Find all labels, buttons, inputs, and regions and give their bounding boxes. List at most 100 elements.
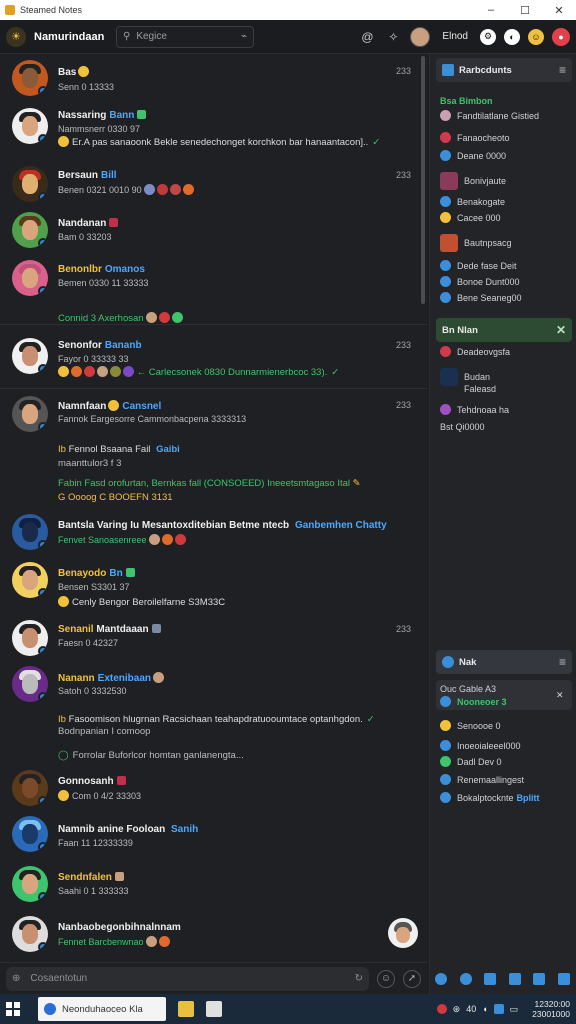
chart-icon[interactable]	[533, 973, 546, 985]
message-meta: Bensen S3301 37	[58, 582, 130, 592]
avatar[interactable]	[12, 396, 48, 432]
list-item[interactable]: Dede fase Deit	[440, 260, 572, 271]
selected-item-sub: Nooneoer 3	[440, 696, 572, 707]
windows-start-icon[interactable]	[6, 1002, 20, 1016]
message-author[interactable]: Gonnosanh	[58, 776, 126, 787]
list-item[interactable]: Bene Seaneg00	[440, 292, 572, 303]
grid-icon[interactable]	[508, 973, 521, 985]
card-header[interactable]: Bn Nlan ✕	[436, 318, 572, 342]
headset-icon[interactable]: ◐	[504, 28, 520, 45]
avatar[interactable]	[12, 916, 48, 952]
avatar[interactable]	[12, 620, 48, 656]
user-avatar[interactable]	[410, 26, 431, 47]
message-author[interactable]: Sendnfalen	[58, 872, 124, 883]
avatar[interactable]	[12, 212, 48, 248]
list-item[interactable]: Bonivjaute	[440, 172, 572, 190]
message-author[interactable]: Benayodo Bn	[58, 568, 135, 579]
avatar[interactable]	[12, 108, 48, 144]
card-header[interactable]: Nak ≡	[436, 650, 572, 674]
list-item[interactable]: Senoooe 0	[440, 720, 572, 731]
avatar[interactable]	[12, 60, 48, 96]
avatar[interactable]	[12, 260, 48, 296]
message-author[interactable]: Nanbaobegonbihnalnnam	[58, 922, 181, 933]
server-name[interactable]: Namurindaan	[34, 31, 104, 43]
message-author[interactable]: Nassaring Bann	[58, 110, 147, 121]
list-item[interactable]: Deane 0000	[440, 150, 572, 161]
display-icon[interactable]	[493, 1004, 504, 1014]
network-icon[interactable]: ⊛	[453, 1004, 461, 1015]
settings-icon[interactable]: ⚙	[480, 28, 496, 45]
search-input[interactable]: ⚲ Kegice ⌁	[116, 25, 254, 48]
avatar[interactable]	[388, 918, 418, 948]
maximize-button[interactable]: ☐	[508, 0, 542, 20]
message-author[interactable]: Namnib anine Fooloan Sanih	[58, 824, 198, 835]
message-author[interactable]: Senonfor Bananb	[58, 340, 142, 351]
avatar[interactable]	[12, 562, 48, 598]
close-button[interactable]: ✕	[542, 0, 576, 20]
menu-icon[interactable]: ≡	[559, 655, 566, 669]
divider	[0, 324, 427, 325]
minimize-button[interactable]: –	[474, 0, 508, 20]
avatar[interactable]	[12, 770, 48, 806]
list-item[interactable]: Tehdnoaa ha	[440, 404, 572, 415]
gif-icon[interactable]: ↻	[355, 973, 363, 984]
calendar-icon[interactable]	[484, 973, 497, 985]
list-item[interactable]: Inoeoialeeel000	[440, 740, 572, 751]
list-item[interactable]: Fandtilatlane Gistied	[440, 110, 572, 121]
message-input[interactable]: ⊕ Cosaentotun ↻	[6, 966, 369, 991]
filter-icon[interactable]: ⌁	[241, 31, 247, 42]
message-meta: Benen 0321 0010 90	[58, 184, 194, 195]
notification-icon[interactable]: ●	[552, 27, 570, 46]
close-icon[interactable]: ✕	[556, 690, 570, 701]
message-author[interactable]: Bersaun Bill	[58, 170, 117, 181]
clock-icon[interactable]	[459, 973, 472, 985]
mention-icon[interactable]: @	[358, 28, 376, 46]
menu-icon[interactable]: ≡	[559, 63, 566, 77]
list-item[interactable]: Benakogate	[440, 196, 572, 207]
message-link[interactable]: Gaibi	[156, 444, 180, 455]
avatar[interactable]	[12, 338, 48, 374]
message-author[interactable]: Nandanan	[58, 218, 119, 229]
taskbar-search[interactable]: Neonduhaoceo Kla	[38, 997, 166, 1021]
emoji-button-icon[interactable]: ☺	[377, 969, 395, 988]
antivirus-icon[interactable]	[436, 1004, 447, 1014]
close-icon[interactable]: ✕	[556, 323, 566, 337]
avatar[interactable]	[12, 166, 48, 202]
list-item[interactable]: Renemaallingest	[440, 774, 572, 785]
clock[interactable]: 12320:00 23001000	[532, 999, 570, 1019]
list-icon	[442, 64, 454, 76]
list-item[interactable]: Cacee 000	[440, 212, 572, 223]
list-item[interactable]: Bonoe Dunt000	[440, 276, 572, 287]
list-item[interactable]: Fanaocheoto	[440, 132, 572, 143]
folder-icon[interactable]	[557, 973, 570, 985]
message-author[interactable]: Bas	[58, 66, 90, 78]
message-author[interactable]: Nanann Extenibaan	[58, 672, 165, 684]
card-header[interactable]: Rarbcdunts ≡	[436, 58, 572, 82]
message-author[interactable]: Bantsla Varing Iu Mesantoxditebian Betme…	[58, 520, 387, 531]
avatar[interactable]	[12, 514, 48, 550]
battery-icon[interactable]: ▭	[510, 1004, 519, 1015]
list-item[interactable]: Bst Qi0000	[440, 422, 572, 432]
avatar[interactable]	[12, 866, 48, 902]
send-icon[interactable]: ➚	[403, 969, 421, 988]
message-author[interactable]: Senanil Mantdaaan	[58, 624, 161, 635]
scrollbar[interactable]	[421, 56, 425, 304]
message-author[interactable]: Benonlbr Omanos	[58, 264, 145, 275]
volume-icon[interactable]: ◖	[482, 1004, 487, 1014]
attach-icon[interactable]: ⊕	[12, 973, 20, 984]
list-item[interactable]: Bokalptocknte Bplitt	[440, 792, 572, 803]
pin-icon[interactable]: ✧	[384, 28, 402, 46]
list-item[interactable]: Deadeovgsfa	[440, 346, 572, 357]
file-explorer-icon[interactable]	[178, 1001, 194, 1017]
app-icon[interactable]	[206, 1001, 222, 1017]
avatar[interactable]	[12, 666, 48, 702]
message-author[interactable]: Namnfaan Cansnel	[58, 400, 161, 412]
server-icon[interactable]: ☀	[6, 26, 26, 47]
emoji-icon[interactable]: ☺	[528, 28, 544, 45]
list-item[interactable]: Bautnpsacg	[440, 234, 572, 252]
message-meta: Faesn 0 42327	[58, 638, 119, 648]
avatar[interactable]	[12, 816, 48, 852]
message-list[interactable]: Bas 233 Senn 0 13333 Nassaring Bann Namms…	[0, 54, 427, 962]
list-item[interactable]: Dadl Dev 0	[440, 756, 572, 767]
globe-icon[interactable]	[435, 973, 448, 985]
